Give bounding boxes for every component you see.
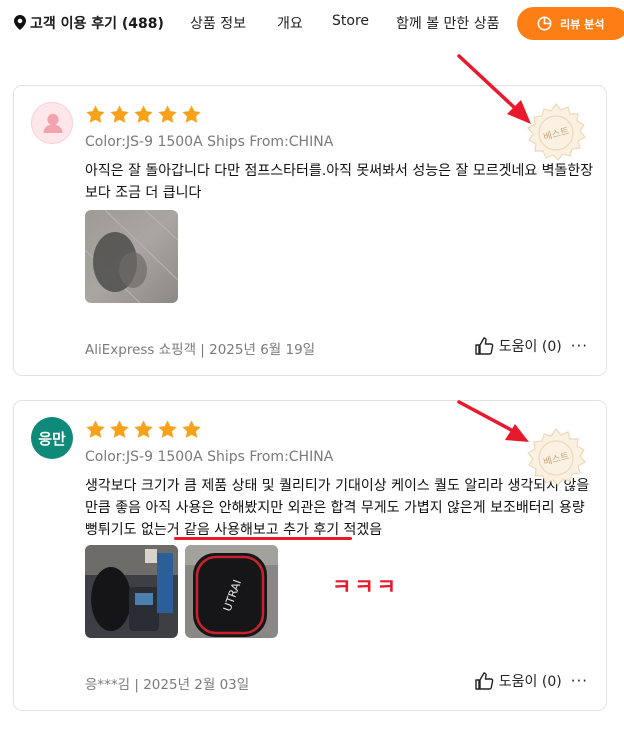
helpful-label: 도움이 (0) — [498, 339, 562, 355]
annotation-arrow-icon — [457, 54, 531, 124]
star-rating — [85, 104, 202, 125]
photo-thumbnail-icon — [85, 210, 178, 303]
annotation-underline — [174, 537, 352, 540]
star-rating — [85, 419, 202, 440]
photo-thumbnail-icon — [85, 545, 178, 638]
more-options-icon[interactable]: ··· — [571, 337, 588, 355]
pie-chart-icon — [537, 16, 552, 31]
star-icon — [86, 105, 105, 123]
thumbs-up-icon — [475, 337, 494, 355]
location-pin-icon — [14, 15, 26, 30]
star-icon — [110, 105, 129, 123]
star-icon — [182, 105, 201, 123]
review-text: 생각보다 크기가 큼 제품 상태 및 퀄리티가 기대이상 케이스 퀄도 알리라 … — [85, 478, 590, 538]
tab-store[interactable]: Store — [332, 13, 369, 29]
avatar: 응만 — [31, 417, 73, 459]
annotation-text: ㅋㅋㅋ — [332, 575, 399, 599]
star-icon — [158, 105, 177, 123]
tab-related-products[interactable]: 함께 볼 만한 상품 — [396, 13, 500, 33]
user-icon — [43, 113, 63, 133]
reviews-title[interactable]: 고객 이용 후기 (488) — [30, 13, 164, 33]
helpful-button[interactable]: 도움이 (0) ··· — [474, 336, 588, 356]
tab-overview[interactable]: 개요 — [277, 13, 303, 33]
star-icon — [182, 420, 201, 438]
review-meta: 응***김 | 2025년 2월 03일 — [85, 677, 250, 693]
helpful-button[interactable]: 도움이 (0) ··· — [474, 671, 588, 691]
avatar — [31, 102, 73, 144]
variant-info: Color:JS-9 1500A Ships From:CHINA — [85, 449, 334, 465]
star-icon — [110, 420, 129, 438]
review-nav-bar: 고객 이용 후기 (488) 상품 정보 개요 Store 함께 볼 만한 상품… — [0, 0, 624, 46]
tab-product-info[interactable]: 상품 정보 — [190, 13, 246, 33]
review-meta: AliExpress 쇼핑객 | 2025년 6월 19일 — [85, 342, 316, 358]
review-text: 아직은 잘 돌아갑니다 다만 점프스타터를.아직 못써봐서 성능은 잘 모르겟네… — [85, 163, 594, 201]
variant-info: Color:JS-9 1500A Ships From:CHINA — [85, 134, 334, 150]
star-icon — [134, 105, 153, 123]
annotation-arrow-icon — [457, 400, 529, 442]
star-icon — [158, 420, 177, 438]
star-icon — [86, 420, 105, 438]
review-photo[interactable]: UTRAI — [185, 545, 278, 638]
review-photo[interactable] — [85, 545, 178, 638]
helpful-label: 도움이 (0) — [498, 674, 562, 690]
more-options-icon[interactable]: ··· — [571, 672, 588, 690]
star-icon — [134, 420, 153, 438]
thumbs-up-icon — [475, 672, 494, 690]
review-photo[interactable] — [85, 210, 178, 303]
review-analysis-label: 리뷰 분석 — [560, 17, 605, 31]
photo-thumbnail-icon: UTRAI — [185, 545, 278, 638]
review-analysis-button[interactable]: 리뷰 분석 — [517, 7, 624, 40]
